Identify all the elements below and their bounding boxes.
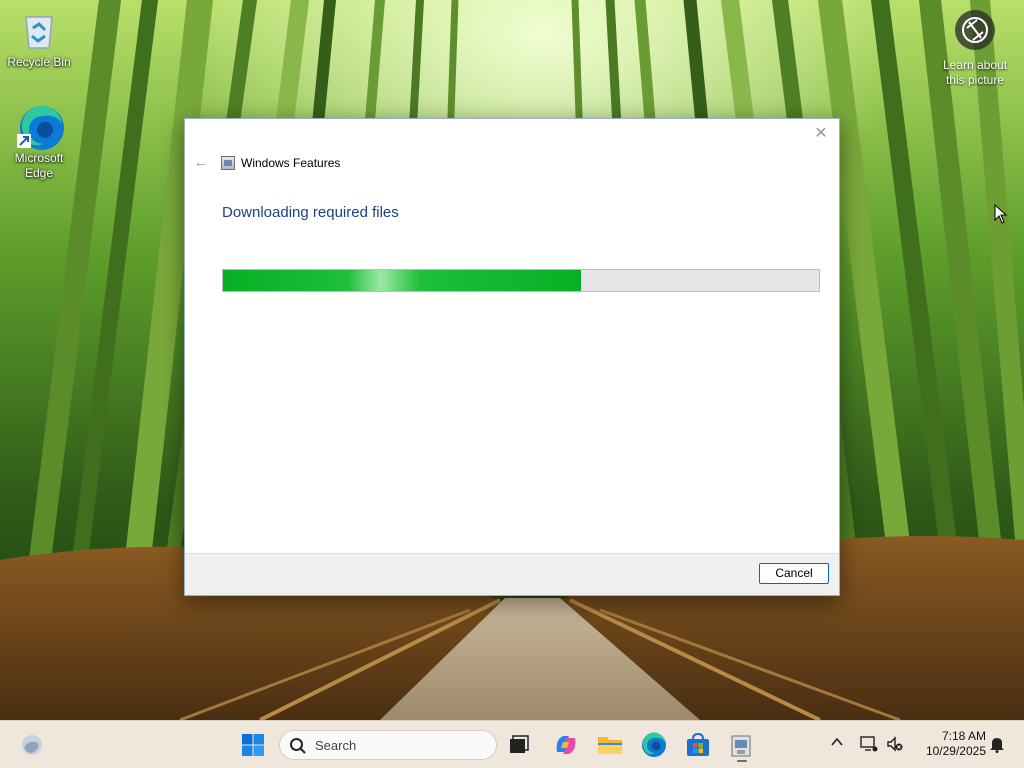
edge-taskbar-icon[interactable] [641, 732, 667, 763]
volume-muted-icon[interactable] [886, 735, 904, 758]
notification-bell-icon[interactable] [988, 735, 1006, 758]
network-icon[interactable] [860, 735, 878, 758]
recycle-bin-label: Recycle Bin [7, 55, 71, 69]
clock-date: 10/29/2025 [925, 744, 986, 758]
taskbar-search[interactable]: Search [279, 730, 497, 760]
windows-features-dialog: ✕ ← Windows Features Downloading require… [184, 118, 840, 596]
status-heading: Downloading required files [222, 204, 399, 221]
windows-features-taskbar-icon[interactable] [729, 732, 755, 767]
camera-icon [955, 10, 995, 50]
progress-bar-fill [223, 270, 581, 291]
desktop-icon-recycle-bin[interactable]: Recycle Bin [1, 8, 77, 70]
cancel-button[interactable]: Cancel [759, 563, 829, 584]
progress-bar [222, 269, 820, 292]
start-icon[interactable] [241, 733, 265, 762]
learn-about-picture[interactable]: Learn about this picture [934, 10, 1016, 88]
desktop-icon-microsoft-edge[interactable]: Microsoft Edge [1, 104, 77, 181]
taskbar: Search 7:18 AM 10/29/2025 [0, 720, 1024, 768]
clock-time: 7:18 AM [941, 729, 986, 743]
recycle-bin-icon [17, 8, 61, 52]
windows-features-icon [221, 156, 235, 170]
back-arrow-icon[interactable]: ← [191, 153, 211, 173]
close-button[interactable]: ✕ [809, 123, 833, 145]
learn-label-line2: this picture [945, 73, 1005, 87]
search-icon [289, 737, 307, 760]
learn-label-line1: Learn about [942, 58, 1008, 72]
system-clock[interactable]: 7:18 AM 10/29/2025 [914, 729, 986, 759]
edge-icon [17, 104, 64, 150]
mouse-cursor-icon [994, 203, 1008, 229]
dialog-title: Windows Features [241, 156, 341, 170]
tray-overflow-chevron-icon[interactable] [830, 735, 844, 752]
store-icon[interactable] [685, 732, 711, 763]
file-explorer-icon[interactable] [597, 732, 623, 763]
dialog-footer: Cancel [185, 553, 839, 595]
microsoft-edge-label: Microsoft Edge [14, 151, 64, 180]
copilot-icon[interactable] [553, 732, 579, 763]
search-placeholder: Search [315, 738, 357, 753]
task-view-icon[interactable] [508, 734, 530, 761]
widgets-icon[interactable] [20, 733, 44, 762]
